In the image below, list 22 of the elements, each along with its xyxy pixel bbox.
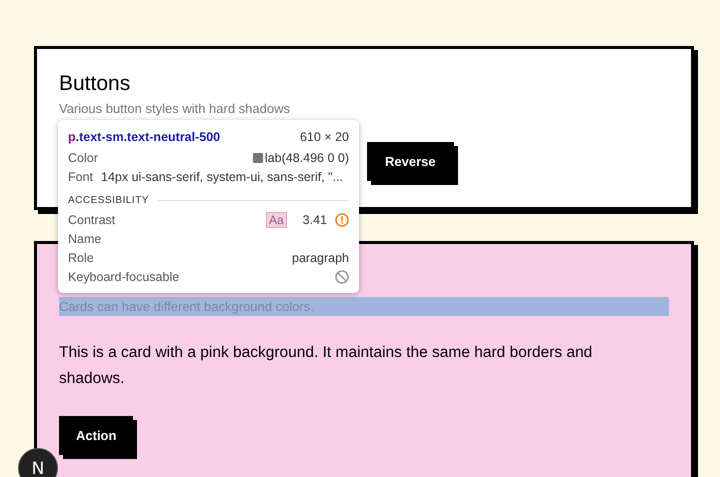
color-text: lab(48.496 0 0) (264, 150, 349, 164)
property-value: 14px ui-sans-serif, system-ui, sans-serif, "... (101, 170, 344, 184)
property-label: Keyboard-focusable (68, 270, 180, 284)
section-heading: ACCESSIBILITY (68, 194, 149, 206)
element-size: 610 × 20 (300, 130, 349, 144)
nextjs-badge[interactable]: N (18, 448, 58, 477)
property-label: Font (68, 170, 94, 184)
action-button[interactable]: Reverse (367, 142, 454, 181)
action-button[interactable]: Action (59, 416, 134, 455)
contrast-value: 3.41 (302, 212, 327, 226)
property-label: Color (68, 150, 98, 164)
element-selector: p.text-sm.text-neutral-500 (68, 130, 220, 144)
property-value: paragraph (292, 250, 349, 264)
not-allowed-icon (335, 270, 349, 284)
card-text: This is a card with a pink background. It maintains the same hard borders and shadows. (59, 343, 594, 389)
warning-icon (335, 212, 349, 226)
card-title: Buttons (59, 72, 132, 96)
card-subtitle: Various button styles with hard shadows (59, 100, 291, 118)
property-label: Name (68, 232, 102, 246)
property-label: Role (68, 250, 94, 264)
property-label: Contrast (68, 212, 116, 226)
contrast-sample: Aa (266, 212, 287, 228)
